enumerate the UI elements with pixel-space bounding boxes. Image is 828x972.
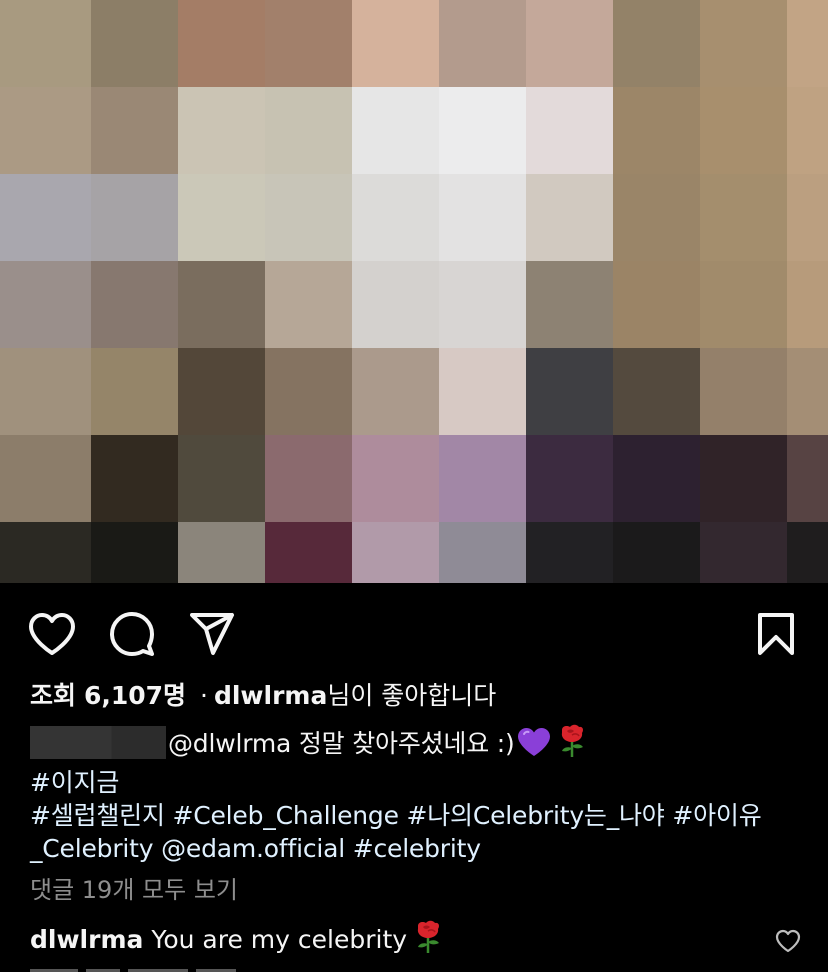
media-pixel (787, 261, 828, 348)
post-caption: @dlwlrma 정말 찾아주셨네요 :) #이지금 #셀럽챌린지 #Celeb… (30, 724, 800, 865)
media-pixel (526, 87, 613, 174)
media-pixel (613, 348, 700, 435)
heart-icon[interactable] (28, 610, 76, 658)
media-pixel (0, 0, 91, 87)
post-actions-bar (0, 583, 828, 678)
media-pixel (0, 348, 91, 435)
media-pixel (787, 0, 828, 87)
media-pixel (700, 348, 787, 435)
media-pixel (352, 174, 439, 261)
media-pixel (352, 522, 439, 583)
media-pixel (178, 522, 265, 583)
media-pixel (526, 348, 613, 435)
liked-by-suffix: 님이 좋아합니다 (327, 681, 497, 710)
media-pixel (0, 522, 91, 583)
media-pixel (526, 0, 613, 87)
media-pixel (0, 435, 91, 522)
media-pixel (91, 174, 178, 261)
next-comment-partial (30, 962, 260, 972)
media-pixel (439, 0, 526, 87)
media-pixel (265, 522, 352, 583)
media-pixel (178, 174, 265, 261)
media-pixel (91, 522, 178, 583)
post-media[interactable] (0, 0, 828, 583)
media-pixel (439, 87, 526, 174)
media-pixel (700, 435, 787, 522)
media-pixel (178, 0, 265, 87)
media-pixel (787, 87, 828, 174)
media-pixel (613, 0, 700, 87)
media-pixel (265, 174, 352, 261)
media-pixel (613, 435, 700, 522)
media-pixel (352, 348, 439, 435)
media-pixel (787, 435, 828, 522)
media-pixel (265, 261, 352, 348)
media-pixel (787, 174, 828, 261)
media-pixel (613, 87, 700, 174)
redacted-username (30, 726, 166, 759)
media-pixel (439, 174, 526, 261)
media-pixel (700, 0, 787, 87)
media-pixel (178, 87, 265, 174)
media-pixel (613, 174, 700, 261)
media-pixel (439, 435, 526, 522)
comment-icon[interactable] (108, 610, 156, 658)
media-pixel (352, 0, 439, 87)
media-pixel (91, 348, 178, 435)
heart-small-icon[interactable] (774, 927, 802, 955)
media-pixel (265, 0, 352, 87)
media-pixel (178, 435, 265, 522)
media-pixel (439, 348, 526, 435)
media-pixel (439, 522, 526, 583)
media-pixel (787, 522, 828, 583)
media-pixel (352, 435, 439, 522)
media-pixel (526, 435, 613, 522)
views-count: 6,107명 (83, 681, 187, 710)
media-pixel (613, 261, 700, 348)
comment-text: You are my celebrity (151, 925, 408, 954)
media-pixel (787, 348, 828, 435)
media-pixel (700, 174, 787, 261)
purple-heart-icon (517, 727, 551, 765)
bookmark-icon[interactable] (752, 610, 800, 658)
media-pixel (352, 87, 439, 174)
media-pixel (265, 435, 352, 522)
separator: · (200, 681, 208, 710)
media-pixel (91, 435, 178, 522)
view-all-comments-link[interactable]: 댓글 19개 모두 보기 (30, 872, 238, 908)
caption-line-4[interactable]: _Celebrity @edam.official #celebrity (30, 832, 800, 865)
media-pixel (700, 87, 787, 174)
caption-line-1: @dlwlrma 정말 찾아주셨네요 :) (30, 724, 800, 766)
media-pixel (91, 261, 178, 348)
media-pixel (265, 87, 352, 174)
likes-summary[interactable]: 조회 6,107명 · dlwlrma님이 좋아합니다 (30, 678, 496, 714)
comment-row: dlwlrma You are my celebrity (30, 920, 443, 965)
media-pixel (91, 0, 178, 87)
media-pixel (178, 261, 265, 348)
media-pixel (91, 87, 178, 174)
media-pixel (613, 522, 700, 583)
caption-line-3[interactable]: #셀럽챌린지 #Celeb_Challenge #나의Celebrity는_나야… (30, 799, 800, 832)
views-label: 조회 (30, 681, 77, 710)
media-pixel (0, 261, 91, 348)
media-pixel (526, 522, 613, 583)
caption-mention-text: @dlwlrma 정말 찾아주셨네요 :) (168, 729, 515, 758)
comment-user[interactable]: dlwlrma (30, 925, 143, 954)
media-pixel (0, 87, 91, 174)
media-pixel (352, 261, 439, 348)
media-pixel (178, 348, 265, 435)
media-pixel (265, 348, 352, 435)
send-icon[interactable] (188, 610, 236, 658)
media-pixel (526, 174, 613, 261)
media-pixel (700, 522, 787, 583)
media-pixel (700, 261, 787, 348)
media-pixel (439, 261, 526, 348)
media-pixel (526, 261, 613, 348)
liked-by-user[interactable]: dlwlrma (214, 681, 327, 710)
media-pixel (0, 174, 91, 261)
caption-line-2[interactable]: #이지금 (30, 766, 800, 799)
rose-icon (557, 724, 587, 766)
rose-icon (413, 920, 443, 965)
